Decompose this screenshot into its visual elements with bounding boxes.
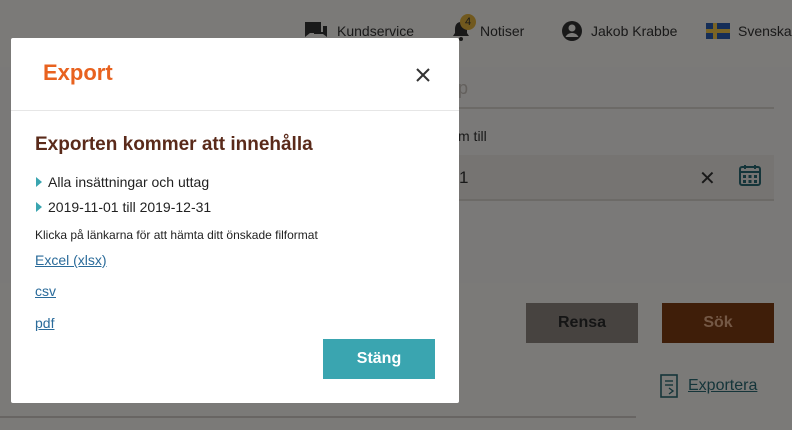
download-csv-link[interactable]: csv xyxy=(35,283,56,299)
close-icon[interactable] xyxy=(409,61,437,89)
export-contents-list: Alla insättningar och uttag 2019-11-01 t… xyxy=(35,169,211,219)
list-item: 2019-11-01 till 2019-12-31 xyxy=(35,194,211,219)
dialog-title: Export xyxy=(43,60,113,85)
download-xlsx-link[interactable]: Excel (xlsx) xyxy=(35,252,107,268)
download-pdf-link[interactable]: pdf xyxy=(35,315,54,331)
bullet-icon xyxy=(36,201,42,212)
list-item-text: Alla insättningar och uttag xyxy=(48,173,210,190)
dialog-heading: Exporten kommer att innehålla xyxy=(35,134,313,155)
bullet-icon xyxy=(36,176,42,187)
export-dialog: Export Exporten kommer att innehålla All… xyxy=(11,38,459,403)
list-item: Alla insättningar och uttag xyxy=(35,169,211,194)
dialog-header: Export xyxy=(11,38,459,111)
list-item-text: 2019-11-01 till 2019-12-31 xyxy=(48,198,212,215)
download-instruction: Klicka på länkarna för att hämta ditt ön… xyxy=(35,228,318,242)
close-button[interactable]: Stäng xyxy=(323,339,435,379)
